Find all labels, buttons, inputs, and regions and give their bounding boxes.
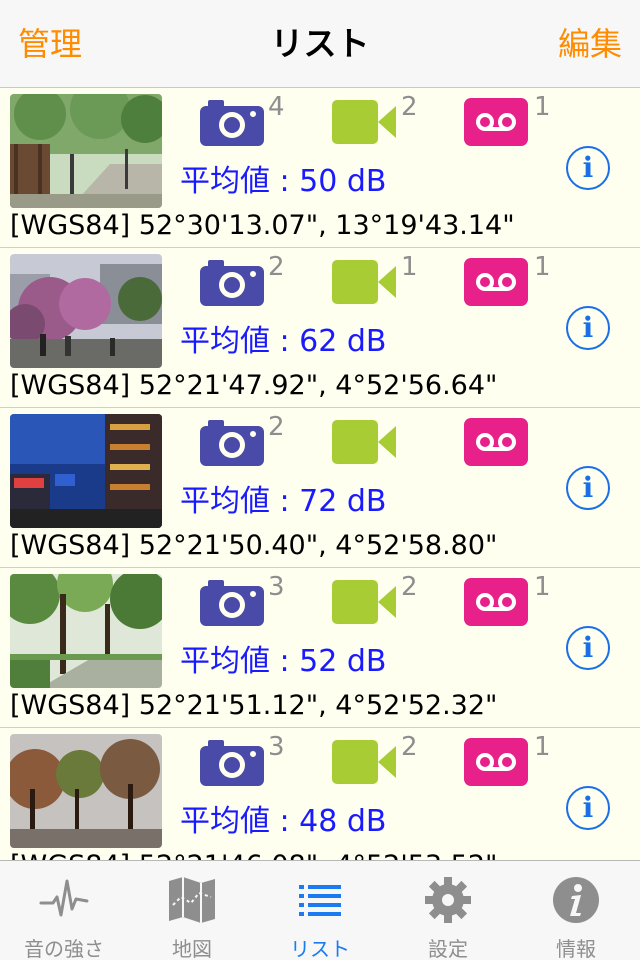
photo-count: 4 — [268, 92, 285, 122]
list-item[interactable]: 3 2 1 平均値 : 48 dB i [WGS84] 52°21'46.08"… — [0, 728, 640, 860]
photo-count: 3 — [268, 732, 285, 762]
tab-info[interactable]: 情報 — [512, 861, 640, 960]
info-icon[interactable]: i — [566, 626, 610, 670]
average-db: 平均値 : 48 dB — [180, 804, 387, 839]
video-icon — [332, 418, 398, 464]
photo-thumbnail — [10, 94, 162, 208]
list-item[interactable]: 2 平均値 : 72 dB i [WGS84] 52°21'50.40", 4°… — [0, 408, 640, 568]
coordinates: [WGS84] 52°30'13.07", 13°19'43.14" — [10, 210, 515, 241]
info-icon[interactable]: i — [566, 786, 610, 830]
coordinates: [WGS84] 52°21'50.40", 4°52'58.80" — [10, 530, 498, 561]
info-icon[interactable]: i — [566, 146, 610, 190]
video-icon — [332, 258, 398, 304]
voice-memo-icon — [464, 738, 528, 786]
tab-sound-level[interactable]: 音の強さ — [0, 861, 128, 960]
video-count: 2 — [401, 92, 418, 122]
tab-bar: 音の強さ 地図 リスト 設定 情報 — [0, 860, 640, 960]
video-count: 2 — [401, 732, 418, 762]
map-icon — [167, 875, 217, 925]
list-item[interactable]: 4 2 1 平均値 : 50 dB i [WGS84] 52°30'13.07"… — [0, 88, 640, 248]
average-db: 平均値 : 72 dB — [180, 484, 387, 519]
tab-settings[interactable]: 設定 — [384, 861, 512, 960]
voice-memo-icon — [464, 258, 528, 306]
info-icon[interactable]: i — [566, 306, 610, 350]
photo-count: 2 — [268, 412, 285, 442]
camera-icon — [200, 258, 264, 306]
tab-map[interactable]: 地図 — [128, 861, 256, 960]
photo-thumbnail — [10, 574, 162, 688]
info-icon[interactable]: i — [566, 466, 610, 510]
tab-label: 音の強さ — [24, 937, 104, 960]
edit-button[interactable]: 編集 — [558, 22, 622, 66]
tab-label: 情報 — [556, 937, 596, 960]
tab-label: 設定 — [428, 937, 468, 960]
video-count: 2 — [401, 572, 418, 602]
video-icon — [332, 738, 398, 784]
photo-count: 3 — [268, 572, 285, 602]
camera-icon — [200, 738, 264, 786]
camera-icon — [200, 418, 264, 466]
voice-count: 1 — [534, 252, 551, 282]
list-icon — [295, 875, 345, 925]
pulse-icon — [39, 875, 89, 925]
camera-icon — [200, 578, 264, 626]
photo-thumbnail — [10, 414, 162, 528]
photo-thumbnail — [10, 734, 162, 848]
tab-label: 地図 — [172, 937, 212, 960]
photo-thumbnail — [10, 254, 162, 368]
page-title: リスト — [270, 24, 370, 63]
coordinates: [WGS84] 52°21'47.92", 4°52'56.64" — [10, 370, 498, 401]
voice-memo-icon — [464, 578, 528, 626]
voice-memo-icon — [464, 98, 528, 146]
navigation-bar: 管理 リスト 編集 — [0, 0, 640, 88]
video-icon — [332, 98, 398, 144]
gear-icon — [423, 875, 473, 925]
camera-icon — [200, 98, 264, 146]
voice-count: 1 — [534, 572, 551, 602]
coordinates: [WGS84] 52°21'51.12", 4°52'52.32" — [10, 690, 498, 721]
info-icon — [551, 875, 601, 925]
recording-list[interactable]: 4 2 1 平均値 : 50 dB i [WGS84] 52°30'13.07"… — [0, 88, 640, 860]
voice-memo-icon — [464, 418, 528, 466]
photo-count: 2 — [268, 252, 285, 282]
list-item[interactable]: 2 1 1 平均値 : 62 dB i [WGS84] 52°21'47.92"… — [0, 248, 640, 408]
coordinates: [WGS84] 52°21'46.08", 4°52'53.52" — [10, 850, 497, 860]
average-db: 平均値 : 52 dB — [180, 644, 387, 679]
voice-count: 1 — [534, 732, 551, 762]
average-db: 平均値 : 62 dB — [180, 324, 387, 359]
tab-list[interactable]: リスト — [256, 861, 384, 960]
video-icon — [332, 578, 398, 624]
list-item[interactable]: 3 2 1 平均値 : 52 dB i [WGS84] 52°21'51.12"… — [0, 568, 640, 728]
voice-count: 1 — [534, 92, 551, 122]
average-db: 平均値 : 50 dB — [180, 164, 387, 199]
tab-label: リスト — [290, 937, 350, 960]
video-count: 1 — [401, 252, 418, 282]
